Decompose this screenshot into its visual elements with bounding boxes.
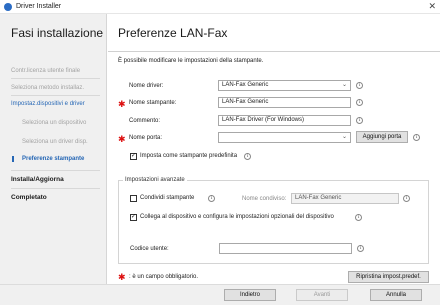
chevron-down-icon: ⌄ — [341, 82, 347, 88]
step-divider — [11, 188, 100, 189]
step-license: Contr.licenza utente finale — [11, 68, 81, 74]
user-code-label: Codice utente: — [130, 246, 169, 252]
step-select-device: Seleziona un dispositivo — [22, 120, 87, 126]
current-step-marker — [12, 156, 14, 162]
step-devices-drivers: Impostaz.dispositivi e driver — [11, 101, 85, 107]
share-printer-checkbox[interactable] — [130, 195, 137, 202]
advanced-settings-title: Impostazioni avanzate — [123, 177, 187, 183]
step-divider — [11, 78, 100, 79]
required-asterisk-icon: ✱ — [118, 99, 126, 109]
step-divider — [11, 95, 100, 96]
share-printer-label: Condividi stampante — [140, 195, 195, 201]
close-icon[interactable]: ✕ — [428, 1, 436, 12]
info-icon[interactable]: i — [356, 82, 363, 89]
required-note: : è un campo obbligatorio. — [129, 274, 199, 280]
comment-label: Commento: — [129, 118, 161, 124]
footer-bar: Indietro Avanti Annulla — [0, 284, 440, 305]
required-asterisk-icon: ✱ — [118, 272, 126, 282]
page-description: È possibile modificare le impostazioni d… — [118, 58, 264, 64]
title-divider — [108, 51, 440, 52]
driver-installer-window: Driver Installer ✕ Fasi installazione Co… — [0, 0, 440, 305]
info-icon[interactable]: i — [244, 153, 251, 160]
driver-name-label: Nome driver: — [129, 83, 164, 89]
user-code-input[interactable] — [219, 243, 352, 254]
main-panel: Preferenze LAN-Fax È possibile modificar… — [108, 14, 440, 284]
step-select-driver: Seleziona un driver disp. — [22, 139, 88, 145]
info-icon[interactable]: i — [357, 245, 364, 252]
step-install-method: Seleziona metodo installaz. — [11, 85, 85, 91]
port-name-label: Nome porta: — [129, 135, 163, 141]
sidebar-title: Fasi installazione — [11, 26, 104, 40]
info-icon[interactable]: i — [355, 214, 362, 221]
info-icon[interactable]: i — [356, 99, 363, 106]
restore-defaults-button[interactable]: Ripristina impost.predef. — [348, 271, 429, 283]
share-name-label: Nome condiviso: — [242, 196, 287, 202]
back-button[interactable]: Indietro — [224, 289, 276, 301]
add-port-button[interactable]: Aggiungi porta — [356, 131, 408, 143]
default-printer-checkbox[interactable]: ✓ — [130, 153, 137, 160]
step-install-update: Installa/Aggiorna — [11, 176, 64, 183]
info-icon[interactable]: i — [208, 195, 215, 202]
comment-input[interactable]: LAN-Fax Driver (For Windows) — [218, 115, 351, 126]
info-icon[interactable]: i — [403, 195, 410, 202]
next-button[interactable]: Avanti — [296, 289, 348, 301]
advanced-settings-group: Impostazioni avanzate Condividi stampant… — [118, 177, 429, 264]
steps-sidebar: Fasi installazione Contr.licenza utente … — [0, 14, 107, 284]
step-printer-preferences: Preferenze stampante — [22, 156, 85, 162]
title-bar: Driver Installer ✕ — [0, 0, 440, 14]
port-name-select[interactable]: ⌄ — [218, 132, 351, 143]
cancel-button[interactable]: Annulla — [370, 289, 422, 301]
window-title: Driver Installer — [16, 3, 62, 10]
required-asterisk-icon: ✱ — [118, 134, 126, 144]
connect-device-label: Collega al dispositivo e configura le im… — [140, 214, 334, 220]
app-icon — [4, 3, 12, 11]
info-icon[interactable]: i — [356, 117, 363, 124]
info-icon[interactable]: i — [413, 134, 420, 141]
step-divider — [11, 170, 100, 171]
driver-name-select[interactable]: LAN-Fax Generic ⌄ — [218, 80, 351, 91]
step-completed: Completato — [11, 194, 47, 201]
default-printer-label: Imposta come stampante predefinita — [140, 153, 238, 159]
driver-name-value: LAN-Fax Generic — [222, 82, 269, 88]
page-title: Preferenze LAN-Fax — [118, 26, 228, 40]
share-name-input[interactable]: LAN-Fax Generic — [291, 193, 399, 204]
chevron-down-icon: ⌄ — [341, 134, 347, 140]
printer-name-label: Nome stampante: — [129, 100, 177, 106]
printer-name-input[interactable]: LAN-Fax Generic — [218, 97, 351, 108]
connect-device-checkbox[interactable]: ✓ — [130, 214, 137, 221]
